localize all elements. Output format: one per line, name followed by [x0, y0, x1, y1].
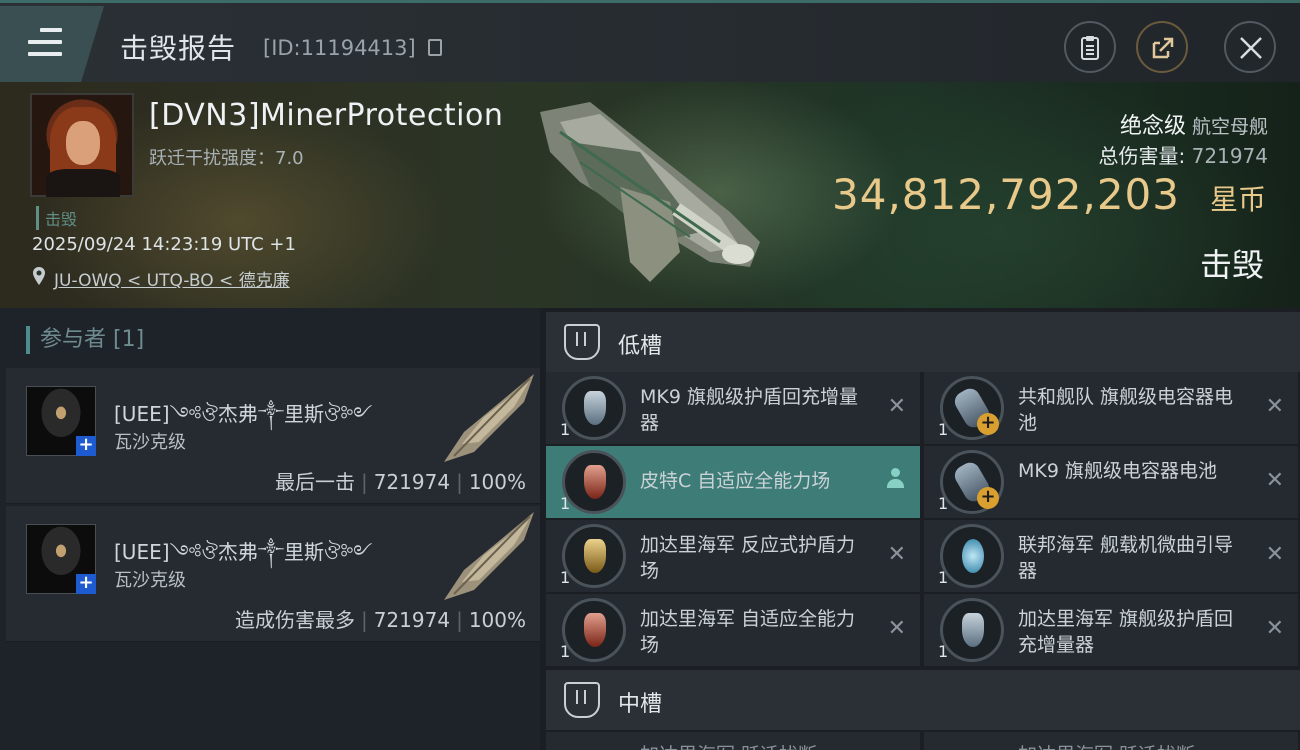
module-name: MK9 旗舰级电容器电池: [1018, 460, 1217, 482]
participant-portrait[interactable]: +: [26, 524, 96, 594]
participant-card[interactable]: + [UEE]༺ঔ杰弗༒里斯ঔ༻ 瓦沙克级 最后一击 | 721974 | 100%: [6, 368, 540, 504]
ship-class[interactable]: 绝念级 航空母舰: [1120, 108, 1268, 140]
module-slot[interactable]: 1 联邦海军 舰载机微曲引导器 ✕: [924, 520, 1298, 592]
module-slot-selected[interactable]: 1 皮特C 自适应全能力场: [546, 446, 920, 518]
module-name: 加达里海军 自适应全能力场: [640, 608, 856, 656]
module-slot[interactable]: 加达里海军 跃迁扰断: [924, 732, 1298, 750]
menu-button[interactable]: [0, 6, 104, 82]
top-bar: 击毁报告 [ID:11194413]: [0, 0, 1300, 82]
isk-unit: 星币: [1209, 183, 1266, 216]
participant-ship: 瓦沙克级: [114, 432, 186, 453]
participant-portrait[interactable]: +: [26, 386, 96, 456]
shield-booster-icon: [940, 598, 1004, 662]
module-name: 加达里海军 反应式护盾力场: [640, 534, 856, 582]
participants-panel: 参与者 [1] + [UEE]༺ঔ杰弗༒里斯ঔ༻ 瓦沙克级 最后一击 | 72197…: [0, 308, 540, 750]
module-name: 加达里海军 跃迁扰断: [640, 740, 817, 750]
dropped-mark-icon: ✕: [887, 394, 906, 419]
dropped-mark-icon: ✕: [1265, 394, 1284, 419]
clipboard-icon: [1081, 36, 1099, 60]
adaptive-field-icon: [562, 450, 626, 514]
participant-ship-image[interactable]: [434, 372, 538, 468]
location-link[interactable]: JU-OWQ < UTQ-BO < 德克廉: [54, 266, 290, 291]
shield-booster-icon: [562, 376, 626, 440]
total-damage: 总伤害量: 721974: [1098, 144, 1268, 168]
module-name: 联邦海军 舰载机微曲引导器: [1018, 534, 1234, 582]
share-icon: [1152, 37, 1174, 59]
module-name: 共和舰队 旗舰级电容器电池: [1018, 386, 1234, 434]
add-contact-icon[interactable]: +: [76, 436, 96, 456]
low-slots-header: 低槽: [546, 312, 1300, 372]
close-button[interactable]: [1224, 21, 1276, 73]
add-contact-icon[interactable]: +: [76, 574, 96, 594]
victim-name[interactable]: [DVN3]MinerProtection: [149, 98, 503, 133]
isk-value: 34,812,792,203: [832, 170, 1180, 219]
reactive-field-icon: [562, 524, 626, 588]
copy-icon[interactable]: [428, 39, 442, 56]
module-name: 加达里海军 旗舰级护盾回充增量器: [1018, 608, 1234, 656]
module-slot[interactable]: 1 MK9 旗舰级护盾回充增量器 ✕: [546, 372, 920, 444]
fittings-panel: 低槽 1 MK9 旗舰级护盾回充增量器 ✕ + 1 共和舰队 旗舰级电容器电池 …: [540, 308, 1300, 750]
person-icon: [886, 468, 904, 492]
report-id: [ID:11194413]: [263, 36, 416, 60]
module-slot[interactable]: 1 加达里海军 旗舰级护盾回充增量器 ✕: [924, 594, 1298, 666]
result-label: 击毁: [1199, 246, 1264, 284]
capacitor-battery-icon: +: [940, 376, 1004, 440]
module-slot[interactable]: 加达里海军 跃迁扰断: [546, 732, 920, 750]
location-pin-icon: [33, 267, 45, 285]
kill-report-screen: 击毁报告 [ID:11194413] [DVN3]MinerProtection…: [0, 0, 1300, 750]
participant-card[interactable]: + [UEE]༺ঔ杰弗༒里斯ঔ༻ 瓦沙克级 造成伤害最多 | 721974 | 100%: [6, 506, 540, 642]
participants-title: 参与者 [1]: [26, 326, 144, 354]
adaptive-field-icon: [562, 598, 626, 662]
dropped-mark-icon: ✕: [1265, 468, 1284, 493]
share-button[interactable]: [1136, 21, 1188, 73]
low-slot-icon: [564, 324, 600, 360]
fighter-guidance-icon: [940, 524, 1004, 588]
dropped-mark-icon: ✕: [887, 616, 906, 641]
victim-summary: [DVN3]MinerProtection 跃迁干扰强度：7.0 击毁 2025…: [0, 82, 1300, 308]
status-tag: 击毁: [36, 206, 77, 230]
dropped-mark-icon: ✕: [1265, 616, 1284, 641]
module-slot[interactable]: 1 加达里海军 反应式护盾力场 ✕: [546, 520, 920, 592]
clipboard-button[interactable]: [1064, 21, 1116, 73]
module-slot[interactable]: + 1 共和舰队 旗舰级电容器电池 ✕: [924, 372, 1298, 444]
hamburger-icon: [28, 28, 62, 56]
scram-strength: 跃迁干扰强度：7.0: [149, 148, 304, 169]
module-name: MK9 旗舰级护盾回充增量器: [640, 386, 858, 434]
participant-ship-image[interactable]: [434, 510, 538, 606]
page-title: 击毁报告: [120, 32, 237, 65]
participant-stats: 造成伤害最多 | 721974 | 100%: [234, 608, 526, 632]
dropped-mark-icon: ✕: [1265, 542, 1284, 567]
mid-slots-header: 中槽: [546, 670, 1300, 730]
module-slot[interactable]: 1 加达里海军 自适应全能力场 ✕: [546, 594, 920, 666]
victim-portrait[interactable]: [30, 93, 134, 197]
module-name: 皮特C 自适应全能力场: [640, 470, 831, 492]
victim-ship-image[interactable]: [520, 92, 780, 292]
participant-stats: 最后一击 | 721974 | 100%: [274, 470, 526, 494]
kill-datetime: 2025/09/24 14:23:19 UTC +1: [32, 234, 296, 255]
participant-ship: 瓦沙克级: [114, 570, 186, 591]
capacitor-battery-icon: +: [940, 450, 1004, 514]
close-icon: [1240, 37, 1262, 59]
module-name: 加达里海军 跃迁扰断: [1018, 740, 1195, 750]
mid-slot-icon: [564, 682, 600, 718]
dropped-mark-icon: ✕: [887, 542, 906, 567]
module-slot[interactable]: + 1 MK9 旗舰级电容器电池 ✕: [924, 446, 1298, 518]
